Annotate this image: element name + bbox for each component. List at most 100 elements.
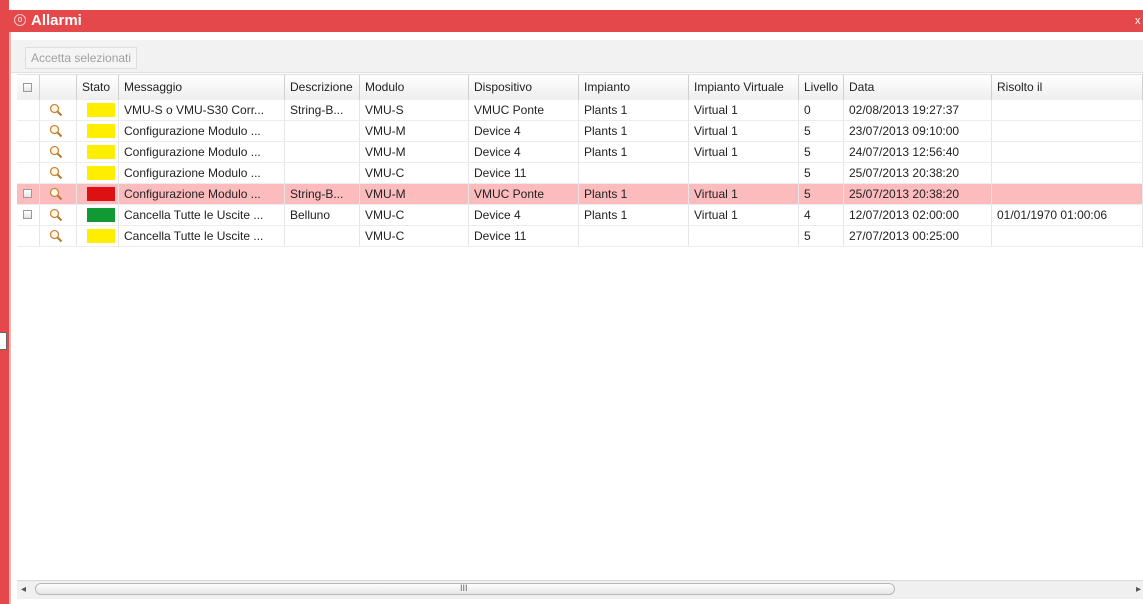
cell-impianto: Plants 1 bbox=[579, 121, 689, 141]
row-checkbox-cell[interactable] bbox=[17, 163, 40, 183]
table-row[interactable]: Cancella Tutte le Uscite ... VMU-C Device … bbox=[17, 226, 1143, 247]
horizontal-scrollbar[interactable]: ◂ III ▸ bbox=[17, 580, 1143, 599]
close-button[interactable]: x bbox=[1135, 14, 1143, 28]
cell-livello: 5 bbox=[799, 184, 844, 204]
row-checkbox-cell[interactable] bbox=[17, 205, 40, 225]
status-indicator bbox=[87, 166, 115, 180]
header-descrizione[interactable]: Descrizione bbox=[285, 75, 360, 100]
cell-impianto bbox=[579, 163, 689, 183]
header-impianto-virtuale[interactable]: Impianto Virtuale bbox=[689, 75, 799, 100]
header-dispositivo[interactable]: Dispositivo bbox=[469, 75, 579, 100]
cell-dispositivo: VMUC Ponte bbox=[469, 100, 579, 120]
cell-risolto-il bbox=[992, 184, 1143, 204]
header-messaggio[interactable]: Messaggio bbox=[119, 75, 285, 100]
magnifier-icon[interactable] bbox=[49, 124, 63, 138]
row-status-cell bbox=[77, 100, 119, 120]
row-checkbox-cell[interactable] bbox=[17, 121, 40, 141]
cell-modulo: VMU-C bbox=[360, 226, 469, 246]
cell-risolto-il: 01/01/1970 01:00:06 bbox=[992, 205, 1143, 225]
row-detail-cell[interactable] bbox=[40, 142, 77, 162]
cell-risolto-il bbox=[992, 163, 1143, 183]
row-checkbox-cell[interactable] bbox=[17, 226, 40, 246]
row-detail-cell[interactable] bbox=[40, 163, 77, 183]
row-detail-cell[interactable] bbox=[40, 100, 77, 120]
row-detail-cell[interactable] bbox=[40, 205, 77, 225]
header-risolto-il[interactable]: Risolto il bbox=[992, 75, 1143, 100]
row-checkbox[interactable] bbox=[23, 210, 32, 219]
cell-descrizione bbox=[285, 163, 360, 183]
cell-impianto bbox=[579, 226, 689, 246]
cell-modulo: VMU-S bbox=[360, 100, 469, 120]
row-checkbox-cell[interactable] bbox=[17, 184, 40, 204]
header-impianto[interactable]: Impianto bbox=[579, 75, 689, 100]
row-status-cell bbox=[77, 163, 119, 183]
cell-impianto-virtuale: Virtual 1 bbox=[689, 205, 799, 225]
cell-livello: 5 bbox=[799, 142, 844, 162]
window-left-border bbox=[0, 0, 9, 604]
scroll-right-icon[interactable]: ▸ bbox=[1136, 584, 1141, 595]
table-row[interactable]: Configurazione Modulo ... VMU-C Device 11 5… bbox=[17, 163, 1143, 184]
status-indicator bbox=[87, 208, 115, 222]
status-indicator bbox=[87, 103, 115, 117]
resize-handle[interactable] bbox=[0, 332, 7, 350]
table-row[interactable]: Configurazione Modulo ... VMU-M Device 4 Pl… bbox=[17, 142, 1143, 163]
cell-messaggio: Configurazione Modulo ... bbox=[119, 184, 285, 204]
cell-data: 12/07/2013 02:00:00 bbox=[844, 205, 992, 225]
cell-risolto-il bbox=[992, 100, 1143, 120]
header-data[interactable]: Data bbox=[844, 75, 992, 100]
grid-header: Stato Messaggio Descrizione Modulo Dispo… bbox=[17, 74, 1143, 101]
cell-impianto: Plants 1 bbox=[579, 205, 689, 225]
cell-livello: 4 bbox=[799, 205, 844, 225]
cell-data: 27/07/2013 00:25:00 bbox=[844, 226, 992, 246]
cell-descrizione bbox=[285, 226, 360, 246]
cell-impianto: Plants 1 bbox=[579, 100, 689, 120]
cell-impianto-virtuale bbox=[689, 226, 799, 246]
cell-modulo: VMU-M bbox=[360, 142, 469, 162]
cell-modulo: VMU-M bbox=[360, 121, 469, 141]
cell-impianto-virtuale: Virtual 1 bbox=[689, 142, 799, 162]
header-stato[interactable]: Stato bbox=[77, 75, 119, 100]
scrollbar-thumb[interactable]: III bbox=[35, 583, 895, 595]
table-row[interactable]: VMU-S o VMU-S30 Corr... String-B... VMU-S V… bbox=[17, 100, 1143, 121]
window-titlebar[interactable]: Allarmi x bbox=[9, 10, 1143, 32]
header-modulo[interactable]: Modulo bbox=[360, 75, 469, 100]
magnifier-icon[interactable] bbox=[49, 229, 63, 243]
table-row[interactable]: Cancella Tutte le Uscite ... Belluno VMU-C… bbox=[17, 205, 1143, 226]
magnifier-icon[interactable] bbox=[49, 187, 63, 201]
row-status-cell bbox=[77, 226, 119, 246]
header-select-all[interactable] bbox=[17, 75, 40, 100]
cell-descrizione bbox=[285, 121, 360, 141]
cell-data: 23/07/2013 09:10:00 bbox=[844, 121, 992, 141]
scroll-left-icon[interactable]: ◂ bbox=[21, 584, 26, 595]
magnifier-icon[interactable] bbox=[49, 103, 63, 117]
row-status-cell bbox=[77, 205, 119, 225]
cell-messaggio: Cancella Tutte le Uscite ... bbox=[119, 205, 285, 225]
table-row[interactable]: Configurazione Modulo ... VMU-M Device 4 Pl… bbox=[17, 121, 1143, 142]
cell-livello: 5 bbox=[799, 226, 844, 246]
cell-modulo: VMU-C bbox=[360, 163, 469, 183]
accept-selected-button[interactable]: Accetta selezionati bbox=[25, 47, 138, 69]
cell-data: 02/08/2013 19:27:37 bbox=[844, 100, 992, 120]
status-indicator bbox=[87, 187, 115, 201]
header-livello[interactable]: Livello bbox=[799, 75, 844, 100]
magnifier-icon[interactable] bbox=[49, 166, 63, 180]
row-detail-cell[interactable] bbox=[40, 226, 77, 246]
cell-modulo: VMU-C bbox=[360, 205, 469, 225]
table-row[interactable]: Configurazione Modulo ... String-B... VMU-… bbox=[17, 184, 1143, 205]
cell-dispositivo: VMUC Ponte bbox=[469, 184, 579, 204]
cell-impianto: Plants 1 bbox=[579, 142, 689, 162]
cell-risolto-il bbox=[992, 121, 1143, 141]
cell-dispositivo: Device 11 bbox=[469, 163, 579, 183]
window-title: Allarmi bbox=[31, 12, 82, 29]
cell-data: 24/07/2013 12:56:40 bbox=[844, 142, 992, 162]
row-detail-cell[interactable] bbox=[40, 184, 77, 204]
toolbar: Accetta selezionati bbox=[11, 40, 1143, 73]
row-detail-cell[interactable] bbox=[40, 121, 77, 141]
select-all-checkbox[interactable] bbox=[23, 83, 32, 92]
magnifier-icon[interactable] bbox=[49, 208, 63, 222]
row-checkbox-cell[interactable] bbox=[17, 100, 40, 120]
magnifier-icon[interactable] bbox=[49, 145, 63, 159]
row-checkbox-cell[interactable] bbox=[17, 142, 40, 162]
row-status-cell bbox=[77, 142, 119, 162]
row-checkbox[interactable] bbox=[23, 189, 32, 198]
